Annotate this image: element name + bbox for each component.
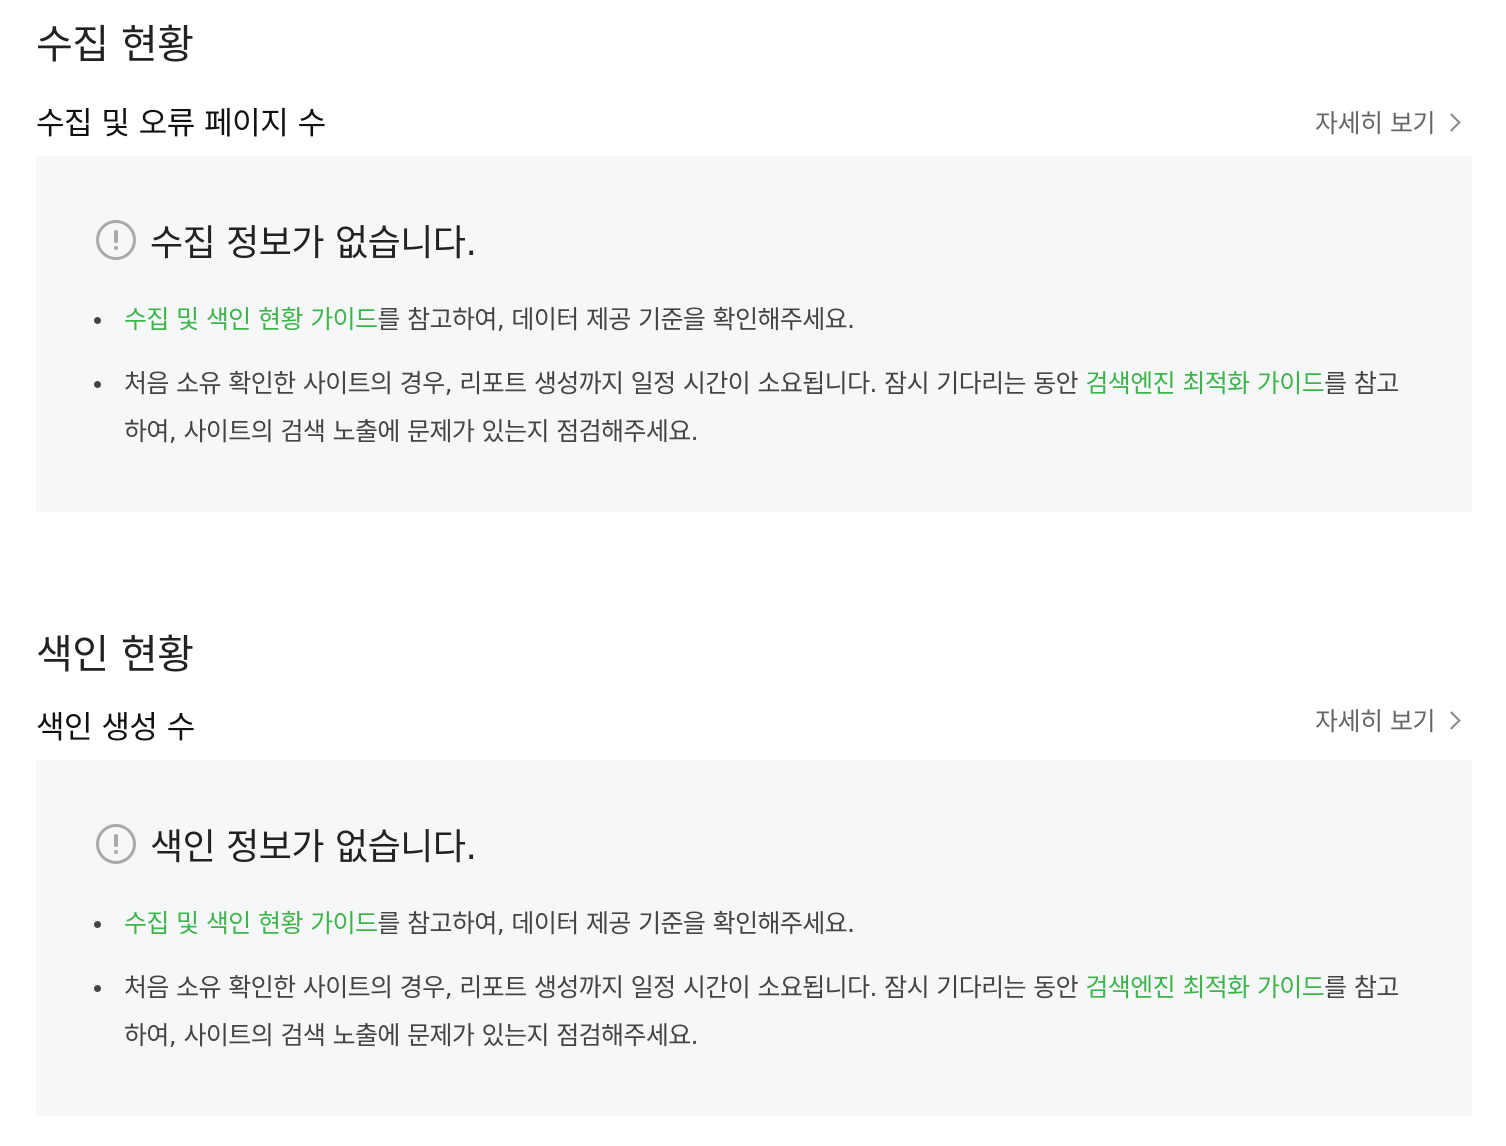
chevron-right-icon (1442, 112, 1461, 132)
section-title: 수집 현황 (36, 22, 194, 68)
chevron-right-icon (1442, 710, 1461, 730)
crawl-index-guide-link[interactable]: 수집 및 색인 현황 가이드 (124, 305, 378, 334)
empty-state-panel: 색인 정보가 없습니다. 수집 및 색인 현황 가이드를 참고하여, 데이터 제… (36, 760, 1472, 1116)
crawl-index-guide-link[interactable]: 수집 및 색인 현황 가이드 (124, 909, 378, 938)
list-item-text: 처음 소유 확인한 사이트의 경우, 리포트 생성까지 일정 시간이 소요됩니다… (124, 973, 1086, 1002)
list-item: 처음 소유 확인한 사이트의 경우, 리포트 생성까지 일정 시간이 소요됩니다… (92, 964, 1412, 1060)
list-item: 수집 및 색인 현황 가이드를 참고하여, 데이터 제공 기준을 확인해주세요. (92, 296, 1412, 344)
list-item: 수집 및 색인 현황 가이드를 참고하여, 데이터 제공 기준을 확인해주세요. (92, 900, 1412, 948)
exclamation-circle-icon (96, 824, 136, 864)
empty-state-title: 색인 정보가 없습니다. (150, 827, 477, 868)
seo-guide-link[interactable]: 검색엔진 최적화 가이드 (1085, 369, 1324, 398)
section-title: 색인 현황 (36, 632, 194, 678)
view-details-link[interactable]: 자세히 보기 (1315, 104, 1462, 140)
list-item-text: 를 참고하여, 데이터 제공 기준을 확인해주세요. (377, 909, 855, 938)
list-item-text: 를 참고하여, 데이터 제공 기준을 확인해주세요. (377, 305, 855, 334)
empty-state-header: 수집 정보가 없습니다. (96, 214, 477, 266)
seo-guide-link[interactable]: 검색엔진 최적화 가이드 (1085, 973, 1324, 1002)
view-details-label: 자세히 보기 (1315, 109, 1435, 138)
view-details-label: 자세히 보기 (1315, 707, 1435, 736)
guide-list: 수집 및 색인 현황 가이드를 참고하여, 데이터 제공 기준을 확인해주세요.… (92, 296, 1412, 472)
crawl-status-section: 수집 현황 수집 및 오류 페이지 수 자세히 보기 수집 정보가 없습니다. … (36, 0, 1472, 520)
view-details-link[interactable]: 자세히 보기 (1315, 702, 1462, 738)
index-status-section: 색인 현황 색인 생성 수 자세히 보기 색인 정보가 없습니다. 수집 및 색… (36, 610, 1472, 1130)
guide-list: 수집 및 색인 현황 가이드를 참고하여, 데이터 제공 기준을 확인해주세요.… (92, 900, 1412, 1076)
crawl-error-pages-subtitle: 수집 및 오류 페이지 수 (36, 106, 326, 142)
list-item: 처음 소유 확인한 사이트의 경우, 리포트 생성까지 일정 시간이 소요됩니다… (92, 360, 1412, 456)
index-count-subtitle: 색인 생성 수 (36, 710, 195, 746)
empty-state-title: 수집 정보가 없습니다. (150, 223, 477, 264)
list-item-text: 처음 소유 확인한 사이트의 경우, 리포트 생성까지 일정 시간이 소요됩니다… (124, 369, 1086, 398)
empty-state-header: 색인 정보가 없습니다. (96, 818, 477, 870)
exclamation-circle-icon (96, 220, 136, 260)
empty-state-panel: 수집 정보가 없습니다. 수집 및 색인 현황 가이드를 참고하여, 데이터 제… (36, 156, 1472, 512)
